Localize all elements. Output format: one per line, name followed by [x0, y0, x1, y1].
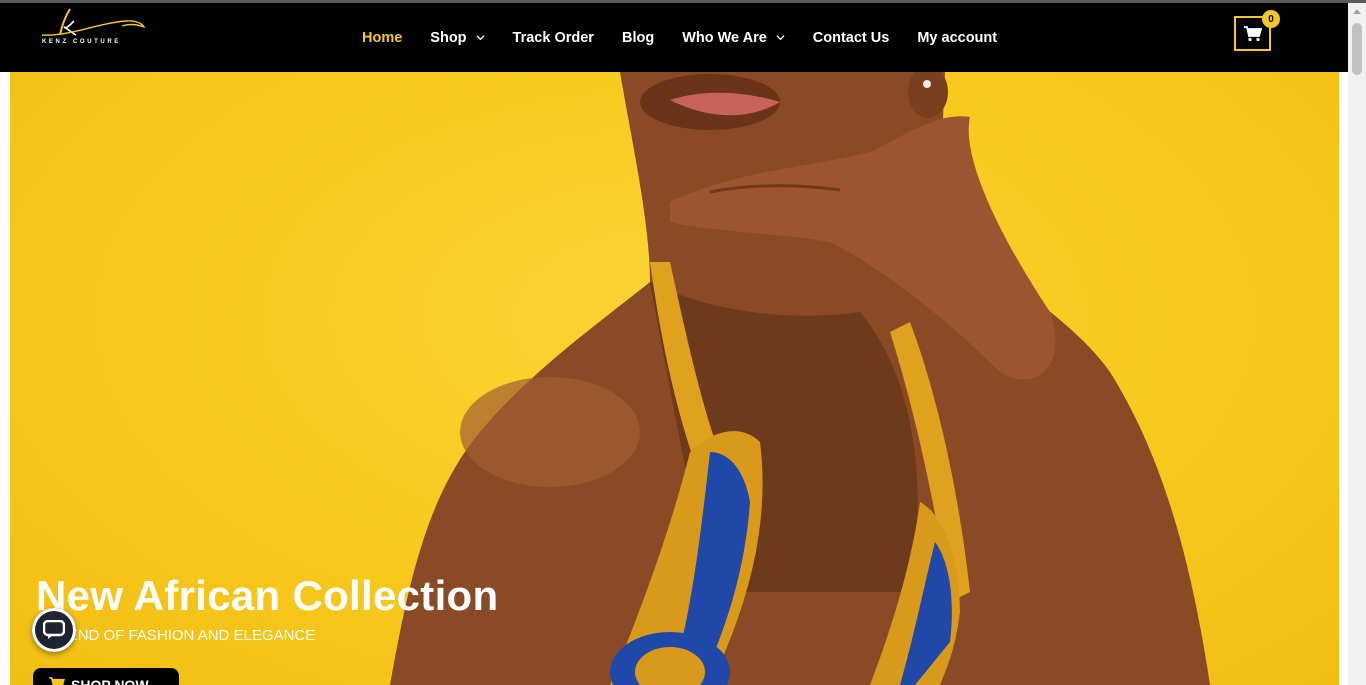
nav-item-home[interactable]: Home	[348, 3, 416, 72]
cart-icon	[1243, 25, 1262, 41]
nav-item-contact-us[interactable]: Contact Us	[799, 3, 904, 72]
logo-mark	[41, 8, 146, 36]
site-header: KENZ COUTURE Home Shop Track Order Blog …	[0, 3, 1348, 72]
nav-label: Home	[362, 29, 403, 46]
logo-text: KENZ COUTURE	[42, 39, 121, 45]
hero-banner: New African Collection A BLEND OF FASHIO…	[10, 72, 1339, 685]
page-scrollbar[interactable]	[1348, 3, 1366, 685]
chevron-down-icon	[476, 35, 485, 41]
cart-icon	[49, 677, 65, 685]
chevron-down-icon	[776, 35, 785, 41]
cart-button[interactable]: 0	[1234, 10, 1280, 51]
scroll-thumb[interactable]	[1352, 23, 1362, 75]
hero-title: New African Collection	[36, 572, 499, 619]
cart-count-badge: 0	[1262, 10, 1280, 28]
site-logo[interactable]: KENZ COUTURE	[38, 5, 148, 51]
nav-label: Shop	[430, 29, 467, 46]
nav-label: Track Order	[512, 29, 594, 46]
hero-subtitle: A BLEND OF FASHION AND ELEGANCE	[36, 627, 316, 644]
shop-now-button[interactable]: SHOP NOW	[33, 668, 179, 685]
shop-now-label: SHOP NOW	[71, 677, 149, 685]
chat-widget-button[interactable]	[32, 608, 76, 652]
chat-icon	[43, 620, 65, 639]
nav-label: Blog	[621, 29, 655, 46]
nav-item-blog[interactable]: Blog	[608, 3, 668, 72]
scroll-up-arrow-icon[interactable]	[1353, 9, 1361, 14]
nav-item-shop[interactable]: Shop	[416, 3, 498, 72]
nav-item-my-account[interactable]: My account	[903, 3, 1011, 72]
nav-label: Who We Are	[682, 29, 767, 46]
nav-item-track-order[interactable]: Track Order	[499, 3, 608, 72]
nav-label: My account	[917, 29, 998, 46]
nav-label: Contact Us	[812, 29, 890, 46]
main-nav: Home Shop Track Order Blog Who We Are Co…	[348, 3, 1011, 72]
nav-item-who-we-are[interactable]: Who We Are	[668, 3, 799, 72]
